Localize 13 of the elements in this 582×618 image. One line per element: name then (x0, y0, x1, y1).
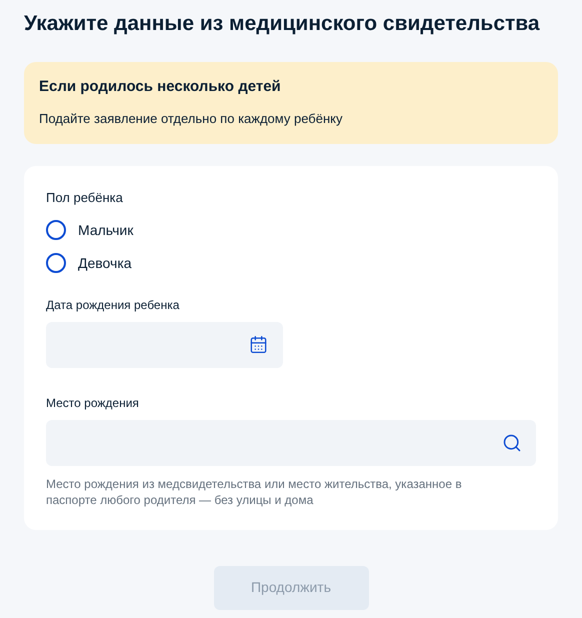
gender-label: Пол ребёнка (46, 189, 124, 207)
calendar-icon[interactable] (249, 335, 268, 354)
birth-place-label: Место рождения (46, 394, 140, 412)
place-field[interactable] (46, 420, 536, 466)
page-title: Укажите данные из медицинского свидетельства (24, 11, 541, 37)
date-field[interactable] (46, 322, 283, 368)
search-icon[interactable] (502, 432, 522, 452)
radio-option[interactable]: Мальчик (46, 220, 134, 240)
birth-date-label: Дата рождения ребенка (46, 296, 180, 314)
notice-title: Если родилось несколько детей (39, 77, 282, 97)
notice-text: Подайте заявление отдельно по каждому ребёнку (39, 110, 344, 128)
radio-option[interactable]: Девочка (46, 252, 132, 274)
birth-place-hint: Место рождения из медсвидетельства или место жительства, указанное в паспорте любого родителя — без улицы и дома (46, 476, 463, 508)
